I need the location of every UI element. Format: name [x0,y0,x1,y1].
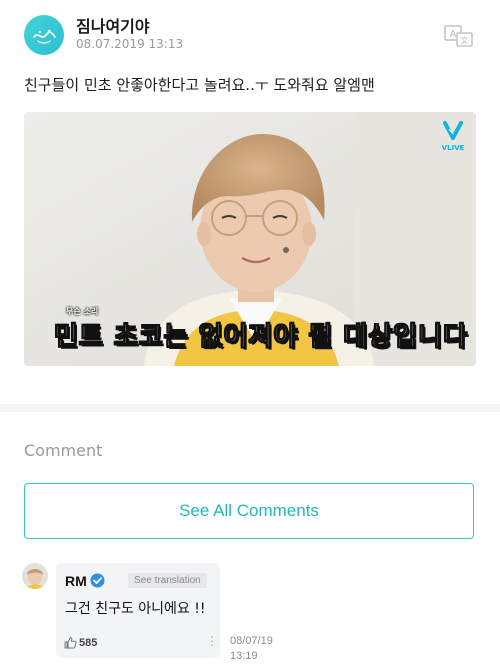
image-caption-main: 민트 초코는 없어져야 될 대상입니다 [53,322,469,353]
comment-section-heading: Comment [24,441,103,460]
like-count: 585 [79,637,98,649]
comment-author[interactable]: RM [65,573,87,589]
like-icon[interactable] [64,636,77,649]
comment-timestamp: 08/07/19 13:19 [230,634,273,664]
vlive-logo-icon [443,121,463,140]
author-name[interactable]: 짐나여기야 [76,13,150,37]
post-card: 짐나여기야 08.07.2019 13:13 A 文 친구들이 민초 안좋아한다… [0,0,500,404]
verified-badge-icon [90,573,105,588]
post-timestamp: 08.07.2019 13:13 [76,37,184,51]
comment-text: 그건 친구도 아니에요 !! [65,601,206,617]
vlive-badge-text: VLIVE [441,144,465,152]
comment-date: 08/07/19 [230,635,273,647]
section-divider [0,404,500,412]
comment-time: 13:19 [230,650,258,662]
post-image[interactable]: VLIVE 무슨 소리 민트 초코는 없어져야 될 대상입니다 [24,112,476,366]
translate-icon: A 文 [444,25,473,47]
comment-bubble: RM See translation 그건 친구도 아니에요 !! 585 ⋮ [56,563,220,658]
commenter-avatar[interactable] [22,563,48,589]
bunny-logo-icon [33,29,56,44]
author-avatar[interactable] [24,15,64,55]
svg-text:A: A [450,29,457,40]
see-all-comments-button[interactable]: See All Comments [24,483,474,539]
see-translation-button[interactable]: See translation [128,573,207,588]
vlive-badge: VLIVE [440,120,466,154]
translate-button[interactable]: A 文 [444,24,474,48]
avatar-photo [22,563,48,589]
svg-text:文: 文 [461,35,469,45]
post-body-text: 친구들이 민초 안좋아한다고 놀려요..ㅜ 도와줘요 알엠맨 [24,76,375,94]
more-options-icon[interactable]: ⋮ [206,635,218,647]
